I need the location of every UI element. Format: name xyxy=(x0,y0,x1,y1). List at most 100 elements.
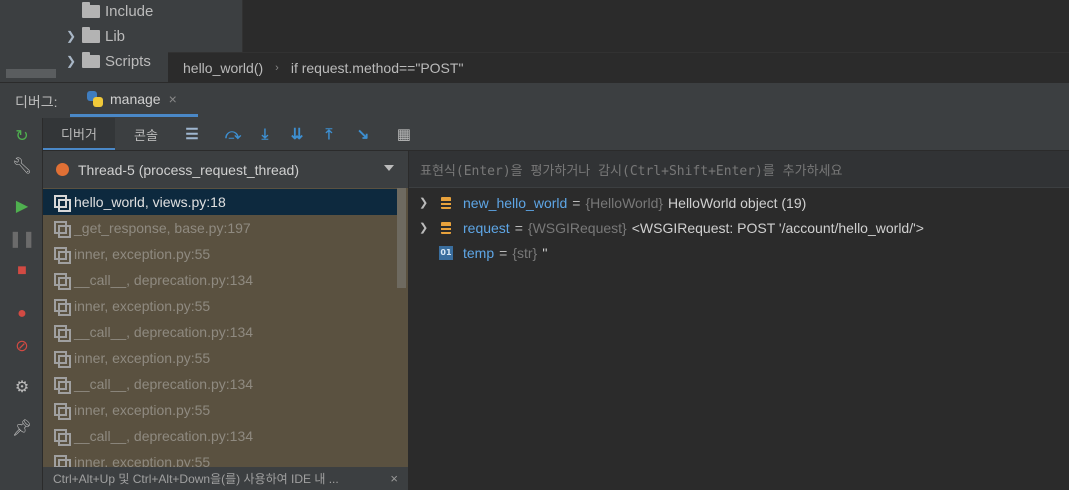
view-breakpoints-icon[interactable]: ● xyxy=(12,304,32,324)
debug-window-header: 디버그: manage × xyxy=(0,82,1069,119)
mute-breakpoints-icon[interactable]: ⊘ xyxy=(12,336,32,356)
folder-icon xyxy=(82,1,100,18)
tree-item-lib[interactable]: ❯ Lib xyxy=(60,24,125,48)
frame-row[interactable]: inner, exception.py:55 xyxy=(43,345,398,371)
frame-label: _get_response, base.py:197 xyxy=(74,220,251,236)
variable-equals: = xyxy=(572,194,581,211)
stack-frame-icon xyxy=(54,299,71,316)
thread-label: Thread-5 (process_request_thread) xyxy=(78,161,300,178)
step-into-icon[interactable]: ⤓ xyxy=(256,125,274,143)
stack-frame-icon xyxy=(54,351,71,368)
debug-side-toolbar: ↻ 🔧︎ ▶ ❚❚ ■ ● ⊘ ⚙ 📌︎ xyxy=(0,118,43,490)
breadcrumb-item-function[interactable]: hello_world() xyxy=(183,60,263,76)
stack-frame-icon xyxy=(54,429,71,446)
frame-label: inner, exception.py:55 xyxy=(74,350,211,366)
run-to-cursor-icon[interactable]: ↘ xyxy=(354,125,372,143)
variable-row[interactable]: ❯ new_hello_world = {HelloWorld} HelloWorld … xyxy=(409,190,806,215)
frames-panel: Thread-5 (process_request_thread) hello_… xyxy=(43,151,409,490)
variable-value: '' xyxy=(542,244,548,261)
tree-item-label: Lib xyxy=(105,27,126,45)
variable-row[interactable]: ❯ request = {WSGIRequest} <WSGIRequest: POST… xyxy=(409,215,924,240)
stack-frame-icon xyxy=(54,325,71,342)
editor-area[interactable] xyxy=(242,0,1069,52)
frame-label: inner, exception.py:55 xyxy=(74,402,211,418)
stack-frame-icon xyxy=(54,403,71,420)
tree-item-include[interactable]: Include xyxy=(60,0,153,23)
variable-type: {str} xyxy=(512,244,538,261)
tree-item-label: Scripts xyxy=(105,52,151,70)
folder-icon xyxy=(82,26,100,43)
step-into-my-code-icon[interactable]: ⇊ xyxy=(288,125,306,143)
rerun-icon[interactable]: ↻ xyxy=(12,126,32,146)
frame-label: hello_world, views.py:18 xyxy=(74,194,226,210)
tree-item-label: Include xyxy=(105,2,154,20)
frame-label: inner, exception.py:55 xyxy=(74,246,211,262)
chevron-right-icon[interactable]: ❯ xyxy=(60,29,82,43)
variable-row[interactable]: 01 temp = {str} '' xyxy=(409,240,548,265)
stop-icon[interactable]: ■ xyxy=(12,261,32,281)
pin-icon[interactable]: 📌︎ xyxy=(12,418,32,438)
wrench-icon[interactable]: 🔧︎ xyxy=(12,156,32,176)
variable-equals: = xyxy=(514,219,523,236)
debugger-subtab-bar: 디버거 콘솔 ☰ ⤼ ⤓ ⇊ ⤒ ↘ ▦ xyxy=(43,118,1069,151)
close-icon[interactable]: × xyxy=(169,91,177,107)
variable-name: temp xyxy=(463,244,495,261)
frame-label: __call__, deprecation.py:134 xyxy=(74,324,254,340)
variable-equals: = xyxy=(499,244,508,261)
thread-selector[interactable]: Thread-5 (process_request_thread) xyxy=(43,151,408,188)
frames-scrollbar[interactable] xyxy=(397,188,406,288)
pause-icon[interactable]: ❚❚ xyxy=(9,229,36,249)
close-icon[interactable]: × xyxy=(390,471,398,486)
resume-icon[interactable]: ▶ xyxy=(12,196,32,216)
chevron-down-icon[interactable] xyxy=(384,165,394,171)
breadcrumb-separator-icon: › xyxy=(275,62,279,74)
tab-manage-label: manage xyxy=(110,90,161,107)
breadcrumb-item-condition[interactable]: if request.method=="POST" xyxy=(291,60,464,76)
frame-row[interactable]: inner, exception.py:55 xyxy=(43,293,398,319)
frame-row[interactable]: __call__, deprecation.py:134 xyxy=(43,267,398,293)
frame-row[interactable]: inner, exception.py:55 xyxy=(43,397,398,423)
frame-row[interactable]: inner, exception.py:55 xyxy=(43,241,398,267)
stack-frame-icon xyxy=(54,221,71,238)
frame-label: __call__, deprecation.py:134 xyxy=(74,428,254,444)
evaluate-expression-icon[interactable]: ▦ xyxy=(395,125,413,143)
primitive-icon: 01 xyxy=(439,245,453,260)
frame-row[interactable]: _get_response, base.py:197 xyxy=(43,215,398,241)
debug-window-title: 디버그: xyxy=(15,94,58,110)
frame-row[interactable]: __call__, deprecation.py:134 xyxy=(43,319,398,345)
frame-row[interactable]: __call__, deprecation.py:134 xyxy=(43,371,398,397)
stack-frame-icon xyxy=(54,195,71,212)
evaluate-expression-input[interactable]: 표현식(Enter)을 평가하거나 감시(Ctrl+Shift+Enter)를 … xyxy=(409,151,1069,188)
frame-label: inner, exception.py:55 xyxy=(74,298,211,314)
stack-frame-icon xyxy=(54,377,71,394)
object-icon xyxy=(439,196,453,210)
variable-value: <WSGIRequest: POST '/account/hello_world… xyxy=(631,219,924,236)
show-execution-point-icon[interactable]: ☰ xyxy=(183,125,201,143)
frame-row[interactable]: hello_world, views.py:18 xyxy=(43,189,398,215)
frame-label: __call__, deprecation.py:134 xyxy=(74,272,254,288)
frames-hint-text: Ctrl+Alt+Up 및 Ctrl+Alt+Down을(를) 사용하여 IDE… xyxy=(53,472,339,486)
breadcrumb: hello_world() › if request.method=="POST… xyxy=(168,52,1069,83)
tab-console[interactable]: 콘솔 xyxy=(115,118,177,150)
step-out-icon[interactable]: ⤒ xyxy=(320,125,338,143)
stack-frame-icon xyxy=(54,273,71,290)
chevron-right-icon[interactable]: ❯ xyxy=(419,196,429,209)
variable-type: {WSGIRequest} xyxy=(527,219,627,236)
tab-debugger[interactable]: 디버거 xyxy=(43,118,115,150)
thread-status-icon xyxy=(56,163,69,176)
settings-gear-icon[interactable]: ⚙ xyxy=(12,377,32,397)
chevron-right-icon[interactable]: ❯ xyxy=(419,221,429,234)
folder-icon xyxy=(82,51,100,68)
variable-name: request xyxy=(463,219,510,236)
frame-row[interactable]: __call__, deprecation.py:134 xyxy=(43,423,398,449)
tree-horizontal-scrollbar[interactable] xyxy=(6,69,56,78)
variables-panel: 표현식(Enter)을 평가하거나 감시(Ctrl+Shift+Enter)를 … xyxy=(409,151,1069,490)
chevron-right-icon[interactable]: ❯ xyxy=(60,54,82,68)
variable-value: HelloWorld object (19) xyxy=(668,194,807,211)
variable-type: {HelloWorld} xyxy=(585,194,664,211)
variable-name: new_hello_world xyxy=(463,194,568,211)
tab-manage[interactable]: manage × xyxy=(70,83,198,117)
frames-hint-bar: Ctrl+Alt+Up 및 Ctrl+Alt+Down을(를) 사용하여 IDE… xyxy=(43,467,408,490)
tree-item-scripts[interactable]: ❯ Scripts xyxy=(60,49,151,73)
step-over-icon[interactable]: ⤼ xyxy=(224,125,242,143)
